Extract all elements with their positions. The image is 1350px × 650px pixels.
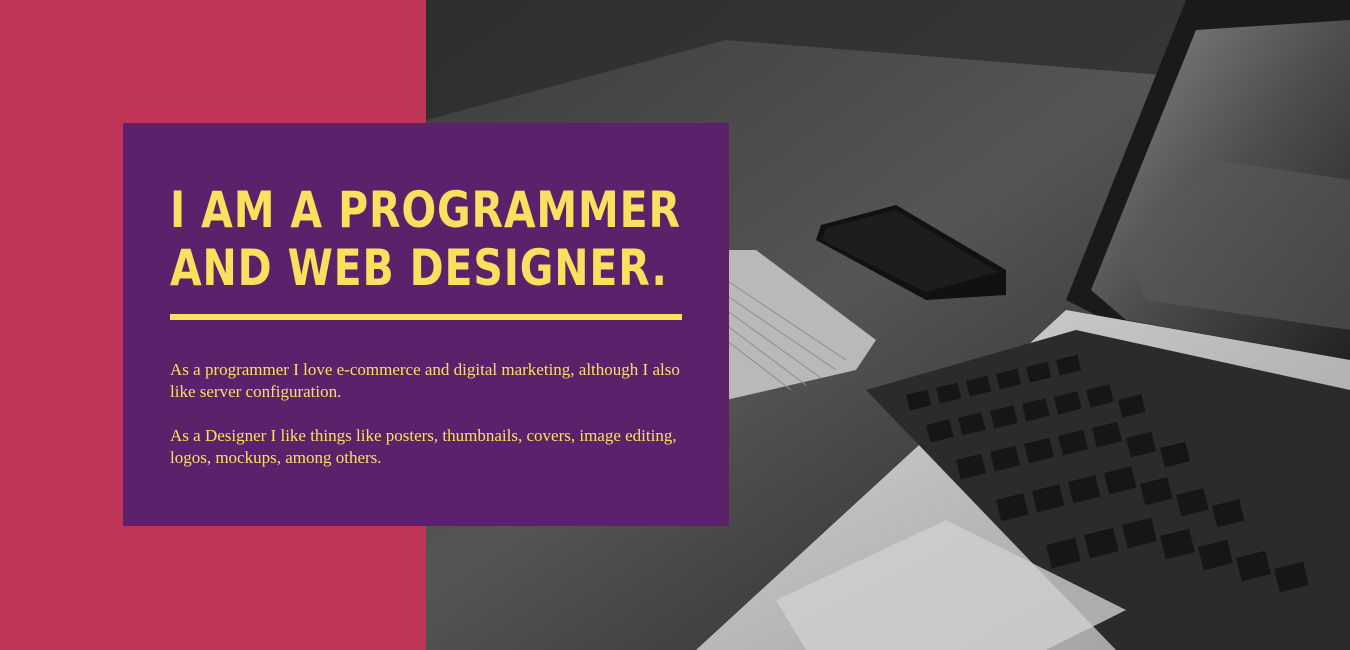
page-title: I am a programmer and web designer. [170,181,681,297]
headline-line-2: and web designer. [170,239,668,297]
intro-text: As a programmer I love e-commerce and di… [170,359,690,491]
programmer-paragraph: As a programmer I love e-commerce and di… [170,360,680,401]
intro-card: I am a programmer and web designer. As a… [123,123,729,526]
title-divider [170,314,682,320]
designer-paragraph: As a Designer I like things like posters… [170,426,677,467]
headline-line-1: I am a programmer [170,181,681,239]
